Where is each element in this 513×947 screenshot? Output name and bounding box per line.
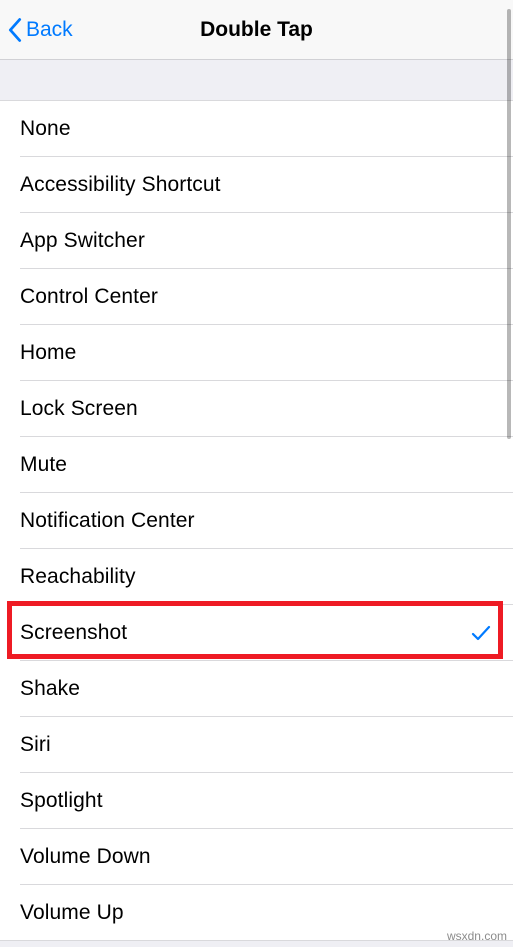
option-label: Siri (20, 733, 51, 757)
page-title: Double Tap (200, 18, 313, 42)
option-label: Control Center (20, 285, 158, 309)
option-row[interactable]: Volume Down (0, 829, 513, 885)
chevron-left-icon (8, 18, 22, 42)
scrollbar[interactable] (507, 9, 511, 439)
option-label: Shake (20, 677, 80, 701)
option-label: App Switcher (20, 229, 145, 253)
separator (0, 940, 513, 941)
option-row[interactable]: Lock Screen (0, 381, 513, 437)
option-row[interactable]: Accessibility Shortcut (0, 157, 513, 213)
option-label: Mute (20, 453, 67, 477)
option-label: Notification Center (20, 509, 195, 533)
option-row[interactable]: Mute (0, 437, 513, 493)
back-label: Back (26, 18, 73, 42)
option-label: Volume Down (20, 845, 151, 869)
option-row[interactable]: Control Center (0, 269, 513, 325)
option-row[interactable]: Screenshot (0, 605, 513, 661)
back-button[interactable]: Back (8, 18, 73, 42)
option-row[interactable]: Notification Center (0, 493, 513, 549)
option-row[interactable]: Shake (0, 661, 513, 717)
option-row[interactable]: Reachability (0, 549, 513, 605)
option-row[interactable]: App Switcher (0, 213, 513, 269)
option-row[interactable]: None (0, 101, 513, 157)
option-label: Accessibility Shortcut (20, 173, 221, 197)
options-list: None Accessibility Shortcut App Switcher Co… (0, 100, 513, 941)
option-row[interactable]: Siri (0, 717, 513, 773)
option-label: Spotlight (20, 789, 103, 813)
option-row[interactable]: Spotlight (0, 773, 513, 829)
option-label: None (20, 117, 71, 141)
checkmark-icon (471, 623, 491, 643)
watermark: wsxdn.com (447, 929, 507, 943)
nav-bar: Back Double Tap (0, 0, 513, 60)
option-label: Reachability (20, 565, 136, 589)
option-label: Lock Screen (20, 397, 138, 421)
option-label: Screenshot (20, 621, 127, 645)
option-row[interactable]: Volume Up (0, 885, 513, 941)
option-label: Volume Up (20, 901, 124, 925)
option-label: Home (20, 341, 76, 365)
group-spacer (0, 60, 513, 100)
option-row[interactable]: Home (0, 325, 513, 381)
